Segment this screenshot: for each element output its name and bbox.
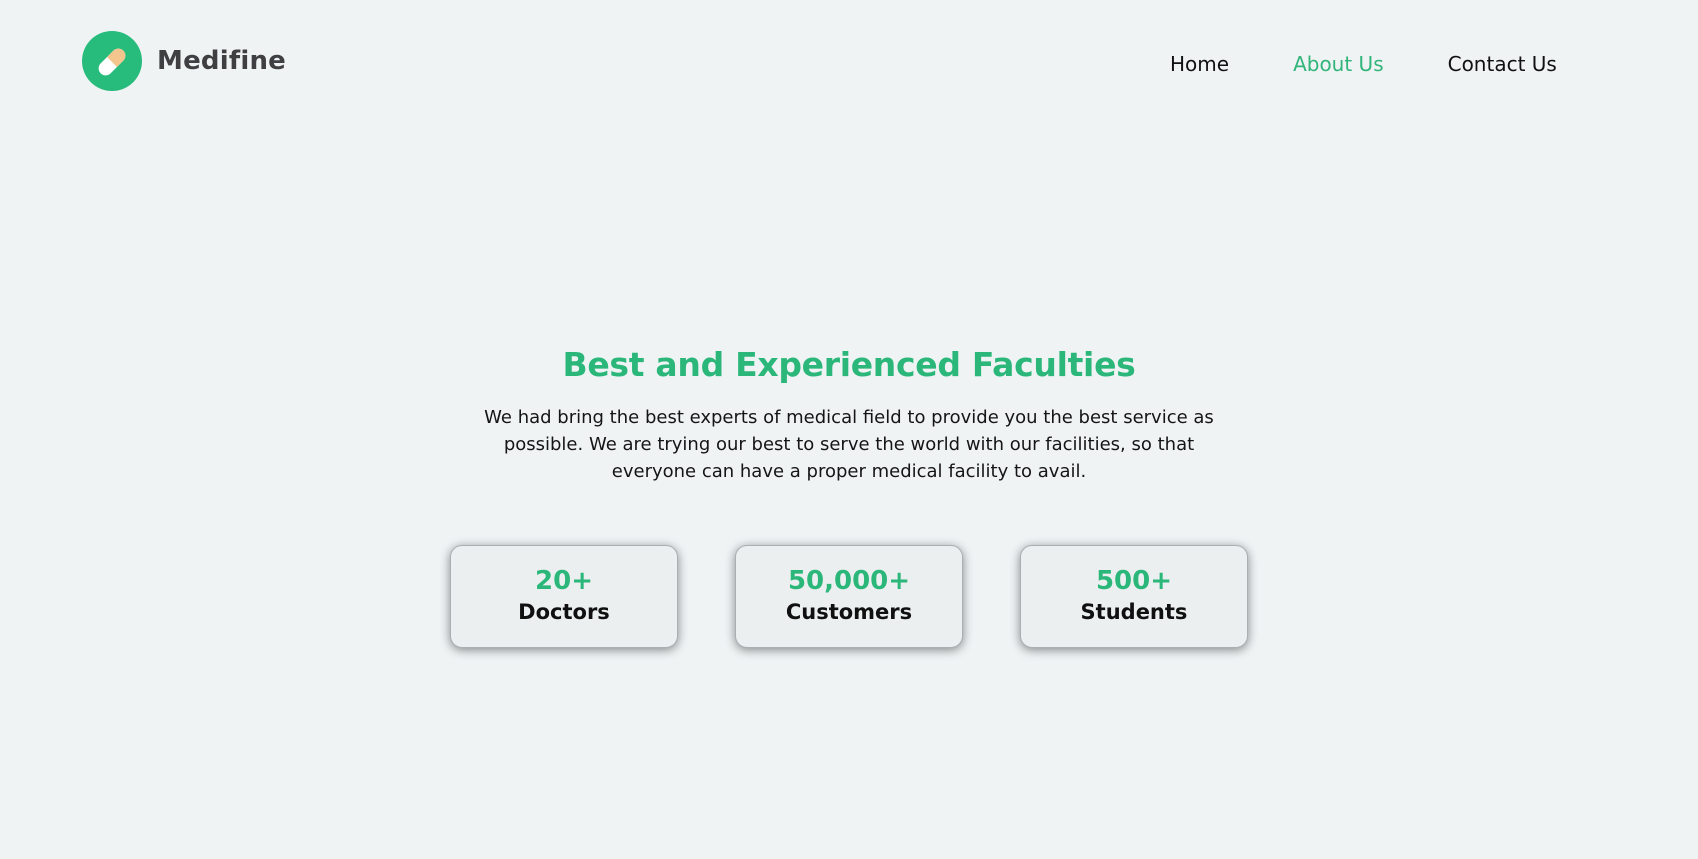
brand[interactable]: Medifine bbox=[82, 31, 286, 91]
stat-card-doctors: 20+ Doctors bbox=[450, 545, 678, 648]
main-nav: Home About Us Contact Us bbox=[1170, 50, 1557, 78]
page: Medifine Home About Us Contact Us Best a… bbox=[0, 0, 1698, 859]
stat-label: Doctors bbox=[518, 600, 610, 624]
stat-card-students: 500+ Students bbox=[1020, 545, 1248, 648]
stat-card-customers: 50,000+ Customers bbox=[735, 545, 963, 648]
stat-label: Customers bbox=[785, 600, 913, 624]
stat-label: Students bbox=[1080, 600, 1188, 624]
nav-about-us-link[interactable]: About Us bbox=[1293, 50, 1384, 78]
about-section: Best and Experienced Faculties We had br… bbox=[0, 340, 1698, 485]
nav-contact-us-link[interactable]: Contact Us bbox=[1448, 50, 1557, 78]
site-header: Medifine Home About Us Contact Us bbox=[0, 0, 1698, 128]
stats-row: 20+ Doctors 50,000+ Customers 500+ Stude… bbox=[450, 545, 1248, 648]
pill-icon bbox=[82, 31, 142, 91]
stat-value: 50,000+ bbox=[787, 566, 911, 596]
stat-value: 500+ bbox=[1095, 566, 1173, 596]
section-description: We had bring the best experts of medical… bbox=[484, 407, 1214, 482]
section-title: Best and Experienced Faculties bbox=[562, 345, 1136, 384]
pill-icon-graphic bbox=[98, 48, 126, 76]
brand-name: Medifine bbox=[157, 46, 286, 76]
stat-value: 20+ bbox=[535, 566, 593, 596]
nav-home-link[interactable]: Home bbox=[1170, 50, 1229, 78]
